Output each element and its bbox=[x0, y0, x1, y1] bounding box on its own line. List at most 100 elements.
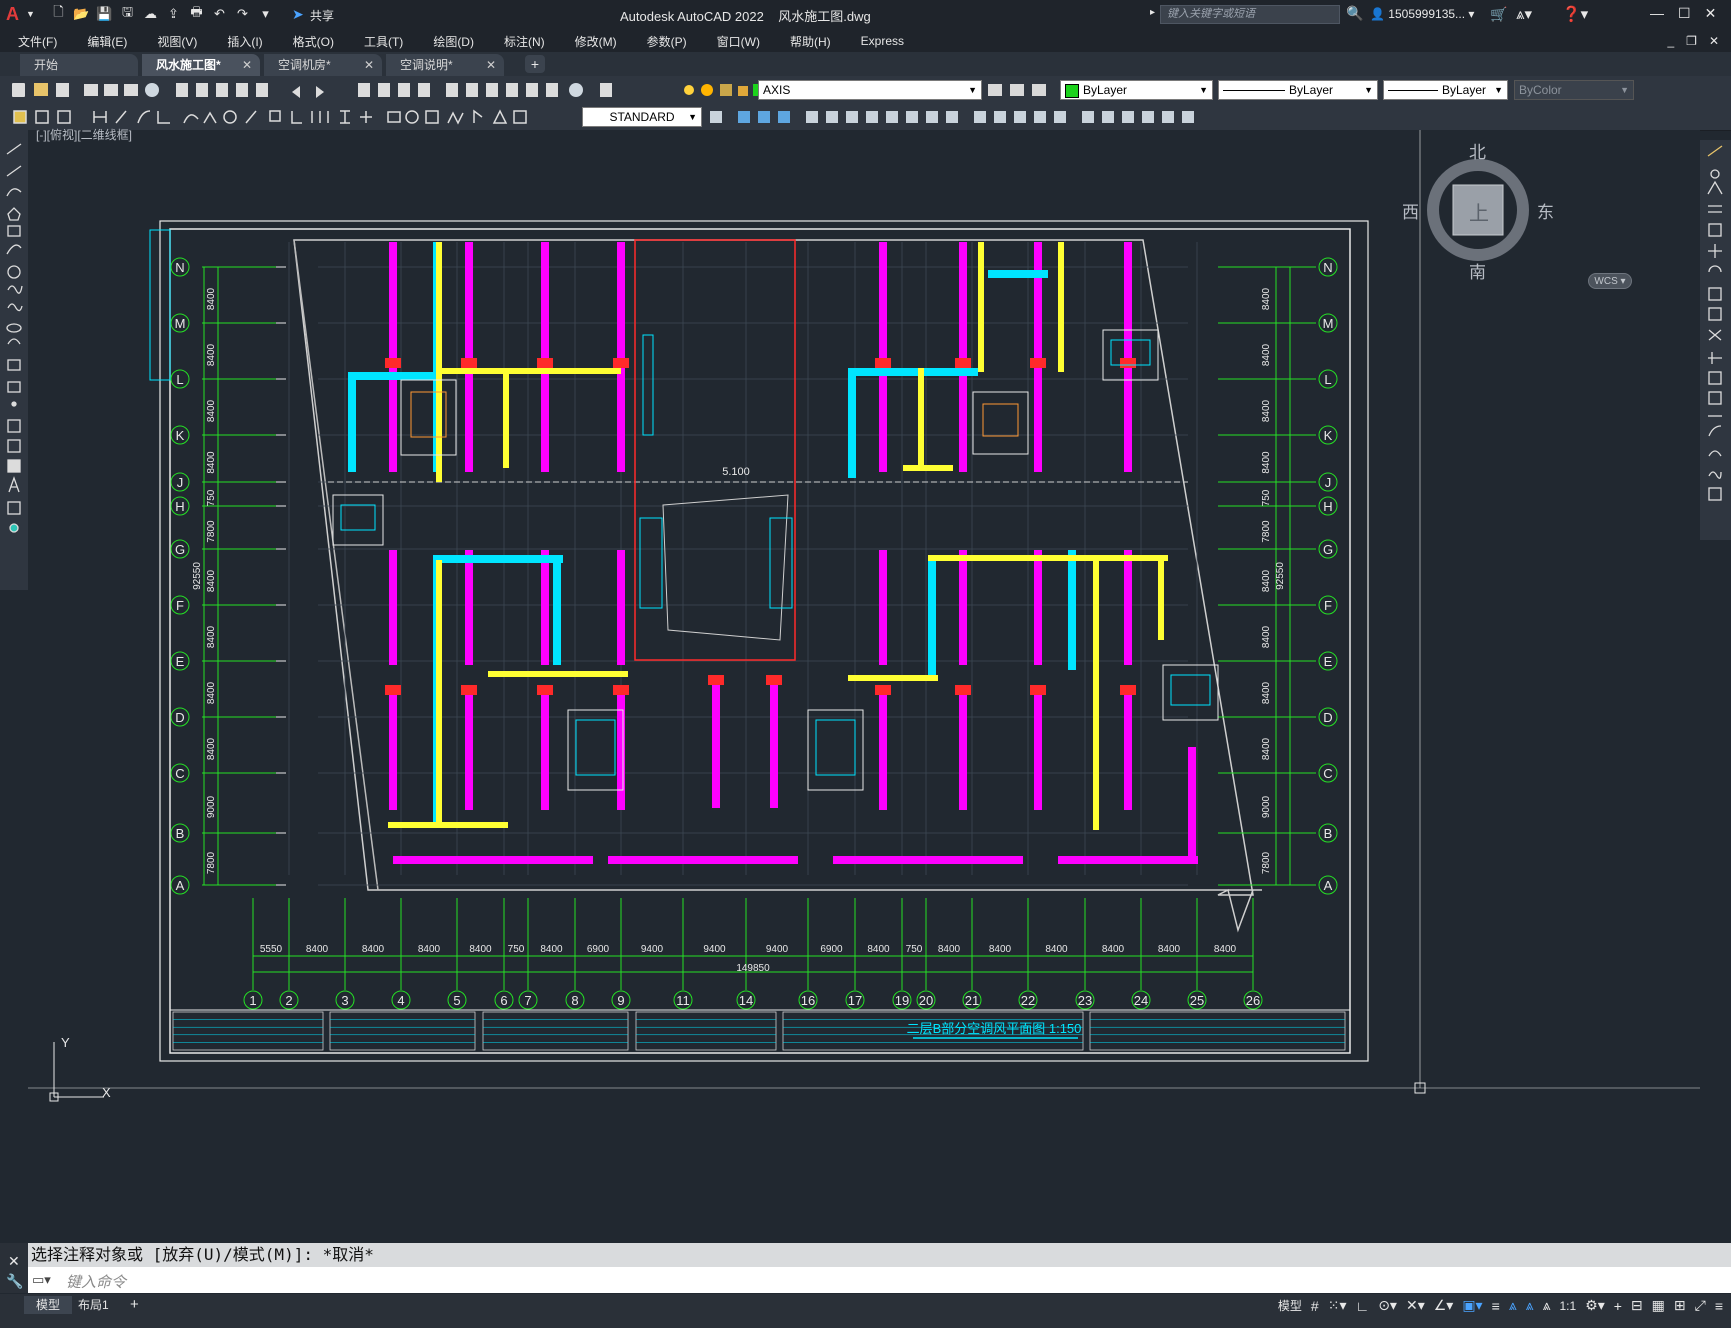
ucs-menu-button[interactable]: WCS ▾ bbox=[1588, 273, 1632, 289]
model-space-button[interactable]: 模型 bbox=[1278, 1297, 1302, 1314]
column-label: 3 bbox=[341, 993, 348, 1008]
snap-icon[interactable]: ⁙▾ bbox=[1328, 1297, 1347, 1314]
workspace-gear-icon[interactable]: ⚙▾ bbox=[1585, 1297, 1605, 1314]
share-icon[interactable]: ➤ bbox=[292, 6, 304, 23]
minimize-icon[interactable]: — bbox=[1650, 5, 1664, 22]
layer-tools-icons[interactable] bbox=[984, 80, 1064, 100]
command-prompt-icon[interactable]: ▭▾ bbox=[32, 1272, 51, 1288]
annotation-visibility-icon[interactable]: ⩓ bbox=[1509, 1297, 1517, 1314]
close-tab-icon[interactable]: ✕ bbox=[242, 54, 252, 76]
viewcube[interactable]: 北 南 西 东 上 bbox=[1402, 138, 1554, 283]
customize-qa-icon[interactable]: ▾ bbox=[257, 5, 274, 22]
modify-tools-icons[interactable] bbox=[1700, 140, 1731, 540]
menu-modify[interactable]: 修改(M) bbox=[557, 33, 629, 50]
viewport-controls-label[interactable]: [-][俯视][二维线框] bbox=[36, 126, 132, 143]
column-dim: 8400 bbox=[362, 944, 385, 955]
lineweight-dropdown[interactable]: ByLayer ▼ bbox=[1383, 80, 1508, 100]
drawing-canvas[interactable]: [-][俯视][二维线框] NNMMLLKKJJHHGGFFEEDDCCBBAA… bbox=[28, 128, 1700, 1235]
standard-toolbar-icons[interactable] bbox=[8, 80, 648, 100]
new-tab-button[interactable]: + bbox=[525, 55, 545, 73]
textstyle-dropdown[interactable]: STANDARD ▼ bbox=[582, 107, 702, 127]
open-web-icon[interactable]: ☁ bbox=[142, 5, 159, 22]
cart-icon[interactable]: 🛒 bbox=[1490, 6, 1507, 23]
app-menu-dropdown-icon[interactable]: ▼ bbox=[26, 9, 35, 19]
grid-icon[interactable]: # bbox=[1311, 1298, 1319, 1314]
help-icon[interactable]: ❓▾ bbox=[1562, 5, 1588, 23]
tab-start[interactable]: 开始 bbox=[20, 54, 138, 76]
customize-status-icon[interactable]: ≡ bbox=[1715, 1298, 1723, 1314]
search-icon[interactable]: 🔍 bbox=[1346, 5, 1363, 22]
modify-toolbar-icons[interactable] bbox=[706, 107, 1216, 127]
menu-dimension[interactable]: 标注(N) bbox=[486, 33, 557, 50]
user-account[interactable]: 👤 1505999135... ▾ bbox=[1370, 7, 1474, 21]
search-expand-icon[interactable]: ▸ bbox=[1150, 7, 1155, 18]
units-icon[interactable]: ⊟ bbox=[1631, 1297, 1643, 1314]
doc-minimize-icon[interactable]: _ bbox=[1667, 34, 1674, 48]
customize-wrench-icon[interactable]: 🔧 bbox=[6, 1273, 23, 1290]
plotstyle-dropdown[interactable]: ByColor ▼ bbox=[1514, 80, 1634, 100]
selection-cycle-icon[interactable]: ▣▾ bbox=[1462, 1297, 1482, 1314]
autocad-logo-icon[interactable]: A bbox=[6, 4, 19, 25]
close-tab-icon[interactable]: ✕ bbox=[486, 54, 496, 76]
menu-insert[interactable]: 插入(I) bbox=[209, 33, 274, 50]
linetype-preview bbox=[1223, 90, 1285, 91]
compass-west[interactable]: 西 bbox=[1402, 198, 1419, 223]
maximize-icon[interactable]: ☐ bbox=[1678, 5, 1691, 22]
close-command-icon[interactable]: ✕ bbox=[8, 1253, 20, 1270]
menu-draw[interactable]: 绘图(D) bbox=[415, 33, 486, 50]
ortho-icon[interactable]: ∟ bbox=[1355, 1298, 1369, 1314]
layer-dropdown[interactable]: AXIS ▼ bbox=[758, 80, 982, 100]
annotation-scale-icon[interactable]: ⩓ bbox=[1543, 1297, 1551, 1314]
draw-tools-icons[interactable] bbox=[0, 130, 28, 590]
menu-window[interactable]: 窗口(W) bbox=[699, 33, 772, 50]
compass-east[interactable]: 东 bbox=[1537, 198, 1554, 223]
menu-tools[interactable]: 工具(T) bbox=[346, 33, 415, 50]
menu-view[interactable]: 视图(V) bbox=[139, 33, 209, 50]
dimension-toolbar-icons[interactable] bbox=[8, 107, 578, 127]
close-icon[interactable]: ✕ bbox=[1705, 5, 1717, 22]
polar-icon[interactable]: ⊙▾ bbox=[1378, 1297, 1397, 1314]
tab-ac-notes[interactable]: 空调说明* ✕ bbox=[386, 54, 504, 76]
lineweight-icon[interactable]: ≡ bbox=[1492, 1298, 1500, 1314]
plot-icon[interactable]: 🖶 bbox=[188, 4, 205, 22]
save-icon[interactable]: 💾 bbox=[96, 5, 113, 22]
menu-parameters[interactable]: 参数(P) bbox=[629, 33, 699, 50]
tab-drawing-main[interactable]: 风水施工图* ✕ bbox=[142, 54, 260, 76]
command-input[interactable]: 键入命令 bbox=[66, 1271, 126, 1292]
fullscreen-icon[interactable]: ⤢ bbox=[1695, 1297, 1706, 1314]
tab-model[interactable]: 模型 bbox=[24, 1296, 73, 1314]
annotation-autoscale-icon[interactable]: ⩓ bbox=[1526, 1297, 1534, 1314]
linetype-dropdown[interactable]: ByLayer ▼ bbox=[1218, 80, 1378, 100]
doc-restore-icon[interactable]: ❐ bbox=[1686, 34, 1697, 48]
tab-layout1[interactable]: 布局1 bbox=[66, 1296, 121, 1314]
tab-ac-room[interactable]: 空调机房* ✕ bbox=[264, 54, 382, 76]
share-button[interactable]: 共享 bbox=[310, 7, 334, 24]
annotation-scale-value[interactable]: 1:1 bbox=[1559, 1299, 1576, 1313]
color-dropdown[interactable]: ByLayer ▼ bbox=[1060, 80, 1213, 100]
isolate-icon[interactable]: ⊞ bbox=[1674, 1297, 1686, 1314]
save-web-icon[interactable]: ⇪ bbox=[165, 5, 182, 22]
redo-icon[interactable]: ↷ bbox=[234, 5, 251, 22]
search-input[interactable]: 键入关键字或短语 bbox=[1160, 5, 1340, 24]
quick-properties-icon[interactable]: ▦ bbox=[1652, 1297, 1665, 1314]
menu-format[interactable]: 格式(O) bbox=[275, 33, 346, 50]
undo-icon[interactable]: ↶ bbox=[211, 5, 228, 22]
add-layout-button[interactable]: + bbox=[118, 1296, 151, 1314]
layer-state-icons[interactable] bbox=[680, 80, 765, 100]
viewcube-top-face[interactable]: 上 bbox=[1469, 197, 1489, 226]
compass-south[interactable]: 南 bbox=[1469, 258, 1486, 283]
close-tab-icon[interactable]: ✕ bbox=[364, 54, 374, 76]
save-as-icon[interactable]: 🖫 bbox=[119, 4, 136, 22]
menu-file[interactable]: 文件(F) bbox=[0, 33, 69, 50]
open-icon[interactable]: 📂 bbox=[73, 5, 90, 22]
doc-close-icon[interactable]: ✕ bbox=[1709, 34, 1719, 48]
angle-icon[interactable]: ∠▾ bbox=[1434, 1297, 1454, 1314]
annotation-monitor-icon[interactable]: + bbox=[1614, 1298, 1622, 1314]
new-icon[interactable]: 🗋 bbox=[50, 4, 67, 22]
menu-help[interactable]: 帮助(H) bbox=[772, 33, 843, 50]
menu-express[interactable]: Express bbox=[843, 34, 916, 48]
osnap-icon[interactable]: ✕▾ bbox=[1406, 1297, 1425, 1314]
compass-north[interactable]: 北 bbox=[1469, 138, 1486, 163]
autodesk-app-icon[interactable]: ⩓▾ bbox=[1516, 5, 1532, 23]
menu-edit[interactable]: 编辑(E) bbox=[69, 33, 139, 50]
